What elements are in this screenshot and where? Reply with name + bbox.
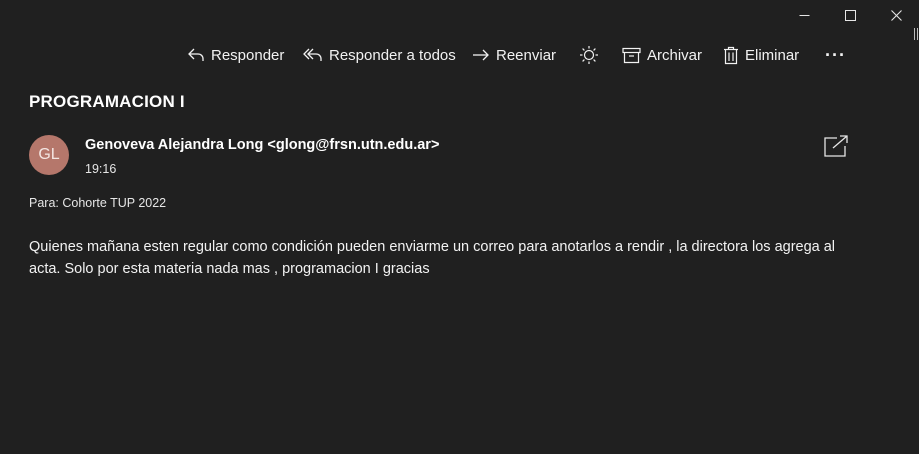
message-body: Quienes mañana esten regular como condic…	[29, 239, 836, 277]
popout-icon	[823, 135, 849, 162]
recipients-line: Para: Cohorte TUP 2022	[29, 196, 167, 210]
open-in-new-window-button[interactable]	[823, 134, 849, 158]
message-time: 19:16	[85, 162, 117, 176]
window-controls	[781, 0, 919, 30]
avatar[interactable]: GL	[29, 135, 69, 175]
reply-label: Responder	[211, 46, 285, 64]
delete-label: Eliminar	[745, 46, 800, 64]
delete-button[interactable]: Eliminar	[723, 40, 799, 70]
trash-icon	[723, 46, 739, 65]
minimize-icon	[799, 10, 810, 21]
reply-all-button[interactable]: Responder a todos	[303, 40, 456, 70]
forward-label: Reenviar	[496, 46, 557, 64]
reply-all-icon	[303, 46, 323, 64]
more-actions-button[interactable]: ···	[825, 40, 846, 70]
reply-button[interactable]: Responder	[187, 40, 284, 70]
archive-icon	[622, 47, 641, 64]
forward-button[interactable]: Reenviar	[472, 40, 556, 70]
maximize-icon	[844, 9, 856, 21]
theme-toggle-button[interactable]	[579, 40, 599, 70]
close-icon	[890, 9, 902, 21]
maximize-button[interactable]	[827, 0, 873, 30]
message-subject: PROGRAMACION I	[29, 92, 185, 111]
reply-icon	[187, 46, 205, 64]
more-icon: ···	[825, 44, 846, 65]
reply-all-label: Responder a todos	[329, 46, 456, 64]
forward-arrow-icon	[472, 46, 490, 64]
minimize-button[interactable]	[781, 0, 827, 30]
avatar-initials: GL	[38, 146, 60, 163]
message-toolbar: Responder Responder a todos Reenviar Arc…	[0, 40, 919, 70]
archive-label: Archivar	[647, 46, 703, 64]
sender-name[interactable]: Genoveva Alejandra Long <glong@frsn.utn.…	[85, 137, 439, 153]
mail-reading-window: Responder Responder a todos Reenviar Arc…	[0, 0, 919, 454]
sun-icon	[579, 45, 599, 65]
archive-button[interactable]: Archivar	[622, 40, 702, 70]
